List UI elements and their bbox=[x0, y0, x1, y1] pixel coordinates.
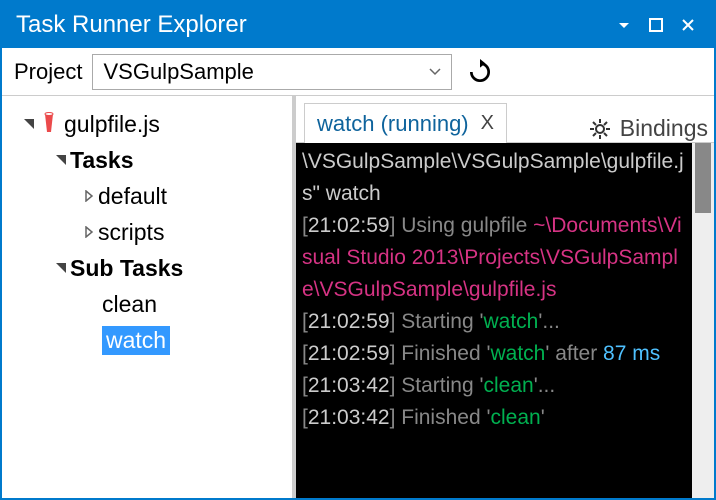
tree-subtask-clean[interactable]: clean bbox=[2, 286, 292, 322]
tab-bindings[interactable]: Bindings bbox=[588, 115, 714, 142]
project-select[interactable]: VSGulpSample bbox=[92, 54, 452, 90]
tree-subtask-watch[interactable]: watch bbox=[2, 322, 292, 358]
subtask-label: watch bbox=[102, 326, 170, 355]
tree-task-scripts[interactable]: scripts bbox=[2, 214, 292, 250]
tree-root-label: gulpfile.js bbox=[64, 111, 160, 138]
task-label: scripts bbox=[98, 219, 164, 246]
tab-close-button[interactable]: X bbox=[481, 112, 494, 135]
gulp-icon bbox=[40, 112, 58, 136]
dropdown-button[interactable] bbox=[608, 9, 640, 41]
tab-label: watch (running) bbox=[317, 111, 469, 137]
refresh-icon bbox=[467, 59, 493, 85]
subtask-label: clean bbox=[102, 291, 157, 318]
project-toolbar: Project VSGulpSample bbox=[2, 48, 714, 96]
tasks-label: Tasks bbox=[70, 147, 134, 174]
scrollbar[interactable] bbox=[692, 143, 714, 498]
maximize-button[interactable] bbox=[640, 9, 672, 41]
expand-icon bbox=[20, 115, 38, 133]
task-label: default bbox=[98, 183, 167, 210]
tree-tasks-node[interactable]: Tasks bbox=[2, 142, 292, 178]
bindings-label: Bindings bbox=[620, 115, 708, 142]
collapse-icon bbox=[80, 223, 98, 241]
project-label: Project bbox=[14, 59, 82, 85]
expand-icon bbox=[52, 151, 70, 169]
tree-subtasks-node[interactable]: Sub Tasks bbox=[2, 250, 292, 286]
tree-task-default[interactable]: default bbox=[2, 178, 292, 214]
title-text: Task Runner Explorer bbox=[16, 11, 247, 39]
gear-icon bbox=[588, 117, 612, 141]
project-selected-value: VSGulpSample bbox=[103, 59, 253, 85]
tab-strip: watch (running) X Bindings bbox=[296, 96, 714, 142]
chevron-down-icon bbox=[429, 66, 441, 78]
close-button[interactable] bbox=[672, 9, 704, 41]
expand-icon bbox=[52, 259, 70, 277]
tab-watch-running[interactable]: watch (running) X bbox=[304, 103, 507, 143]
task-tree: gulpfile.js Tasks default scripts Sub Ta… bbox=[2, 96, 296, 498]
title-bar: Task Runner Explorer bbox=[2, 2, 714, 48]
scrollbar-thumb[interactable] bbox=[695, 143, 711, 213]
refresh-button[interactable] bbox=[462, 54, 498, 90]
console-output: \VSGulpSample\VSGulpSample\gulpfile.js" … bbox=[296, 143, 692, 498]
subtasks-label: Sub Tasks bbox=[70, 255, 183, 282]
tree-root-gulpfile[interactable]: gulpfile.js bbox=[2, 106, 292, 142]
collapse-icon bbox=[80, 187, 98, 205]
